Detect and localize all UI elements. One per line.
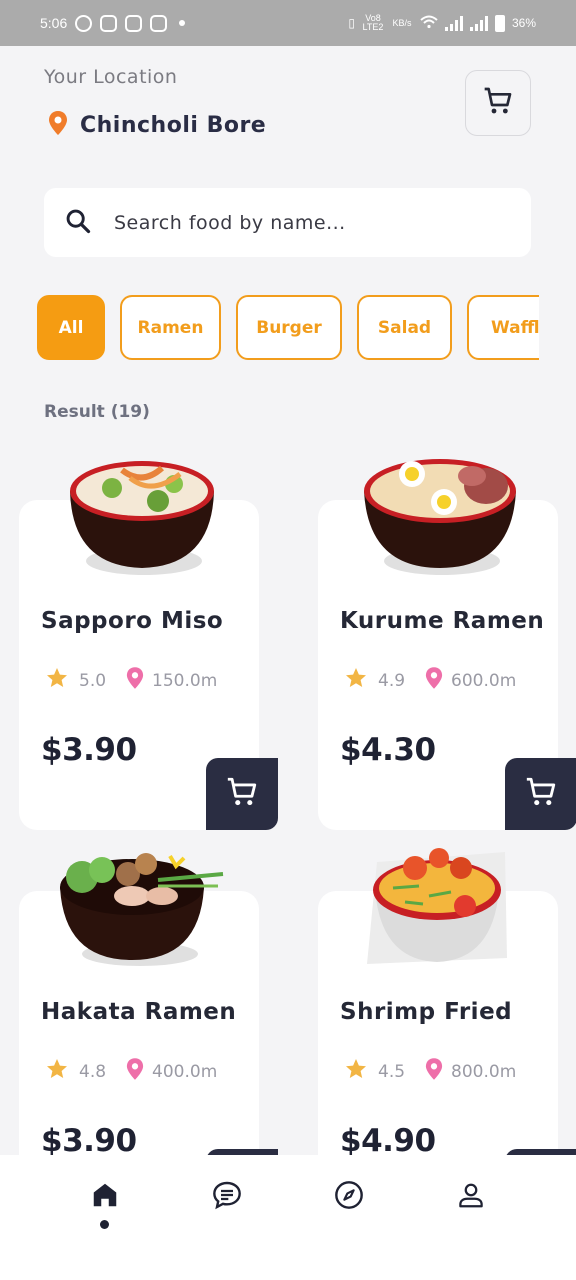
compass-icon (333, 1179, 365, 1215)
food-name: Sapporo Miso (41, 608, 224, 634)
food-price: $3.90 (41, 1123, 137, 1159)
food-meta: 4.5 800.0m (344, 1057, 516, 1086)
search-bar[interactable] (44, 188, 531, 257)
food-image (365, 840, 510, 970)
food-rating: 4.9 (378, 670, 406, 691)
food-distance: 150.0m (152, 670, 218, 691)
whatsapp-icon (75, 14, 93, 32)
search-input[interactable] (114, 211, 494, 234)
food-price: $3.90 (41, 732, 137, 768)
battery-icon (494, 14, 505, 32)
nav-profile[interactable] (447, 1173, 495, 1221)
instagram-icon (125, 14, 143, 32)
food-name: Shrimp Fried (340, 999, 513, 1025)
profile-icon (456, 1180, 486, 1214)
location-selector[interactable]: Chincholi Bore (48, 110, 266, 140)
food-meta: 4.8 400.0m (45, 1057, 217, 1086)
result-count: Result (19) (44, 402, 150, 422)
category-chip-salad[interactable]: Salad (357, 295, 452, 360)
food-name: Hakata Ramen (41, 999, 237, 1025)
signal-icon (469, 15, 488, 31)
food-name: Kurume Ramen (340, 608, 545, 634)
instagram-icon (100, 14, 118, 32)
bottom-navigation (0, 1155, 576, 1280)
nav-explore[interactable] (325, 1173, 373, 1221)
wifi-icon (420, 15, 438, 32)
cart-icon (225, 775, 259, 813)
status-time: 5:06 (40, 15, 68, 31)
food-rating: 4.8 (79, 1061, 107, 1082)
star-icon (344, 666, 368, 695)
nav-messages[interactable] (203, 1173, 251, 1221)
signal-icon (444, 15, 463, 31)
star-icon (344, 1057, 368, 1086)
food-meta: 5.0 150.0m (45, 666, 217, 695)
food-rating: 4.5 (378, 1061, 406, 1082)
network-speed-label: KB/s (392, 17, 412, 28)
location-pin-icon (126, 666, 144, 695)
vibrate-icon: ▯ (348, 16, 355, 30)
category-chip-ramen[interactable]: Ramen (120, 295, 221, 360)
location-name: Chincholi Bore (80, 112, 267, 138)
category-chip-waffle[interactable]: Waffle (467, 295, 539, 360)
food-price: $4.90 (340, 1123, 436, 1159)
food-image (360, 456, 520, 586)
food-distance: 800.0m (451, 1061, 517, 1082)
notification-dot-icon (179, 20, 186, 26)
category-filter: All Ramen Burger Salad Waffle (37, 295, 539, 361)
nav-home[interactable] (81, 1173, 129, 1221)
food-image (62, 456, 222, 586)
add-to-cart-button[interactable] (505, 758, 576, 830)
instagram-icon (150, 14, 168, 32)
location-pin-icon (425, 1057, 443, 1086)
star-icon (45, 666, 69, 695)
home-icon (90, 1180, 120, 1214)
search-icon (64, 207, 92, 239)
food-image (58, 842, 228, 972)
food-rating: 5.0 (79, 670, 107, 691)
location-pin-icon (48, 110, 68, 140)
star-icon (45, 1057, 69, 1086)
network-type-label: Vo8 LTE2 (362, 13, 384, 32)
food-meta: 4.9 600.0m (344, 666, 516, 695)
active-indicator (100, 1220, 109, 1229)
food-distance: 600.0m (451, 670, 517, 691)
location-pin-icon (425, 666, 443, 695)
cart-icon (482, 85, 514, 121)
category-chip-all[interactable]: All (37, 295, 105, 360)
battery-percent: 36% (511, 16, 536, 30)
category-chip-burger[interactable]: Burger (236, 295, 342, 360)
cart-button[interactable] (465, 70, 531, 136)
add-to-cart-button[interactable] (206, 758, 278, 830)
cart-icon (524, 775, 558, 813)
food-distance: 400.0m (152, 1061, 218, 1082)
food-price: $4.30 (340, 732, 436, 768)
location-pin-icon (126, 1057, 144, 1086)
chat-icon (211, 1179, 243, 1215)
status-bar: 5:06 ▯ Vo8 LTE2 KB/s 36% (0, 0, 576, 46)
location-label: Your Location (44, 66, 178, 88)
